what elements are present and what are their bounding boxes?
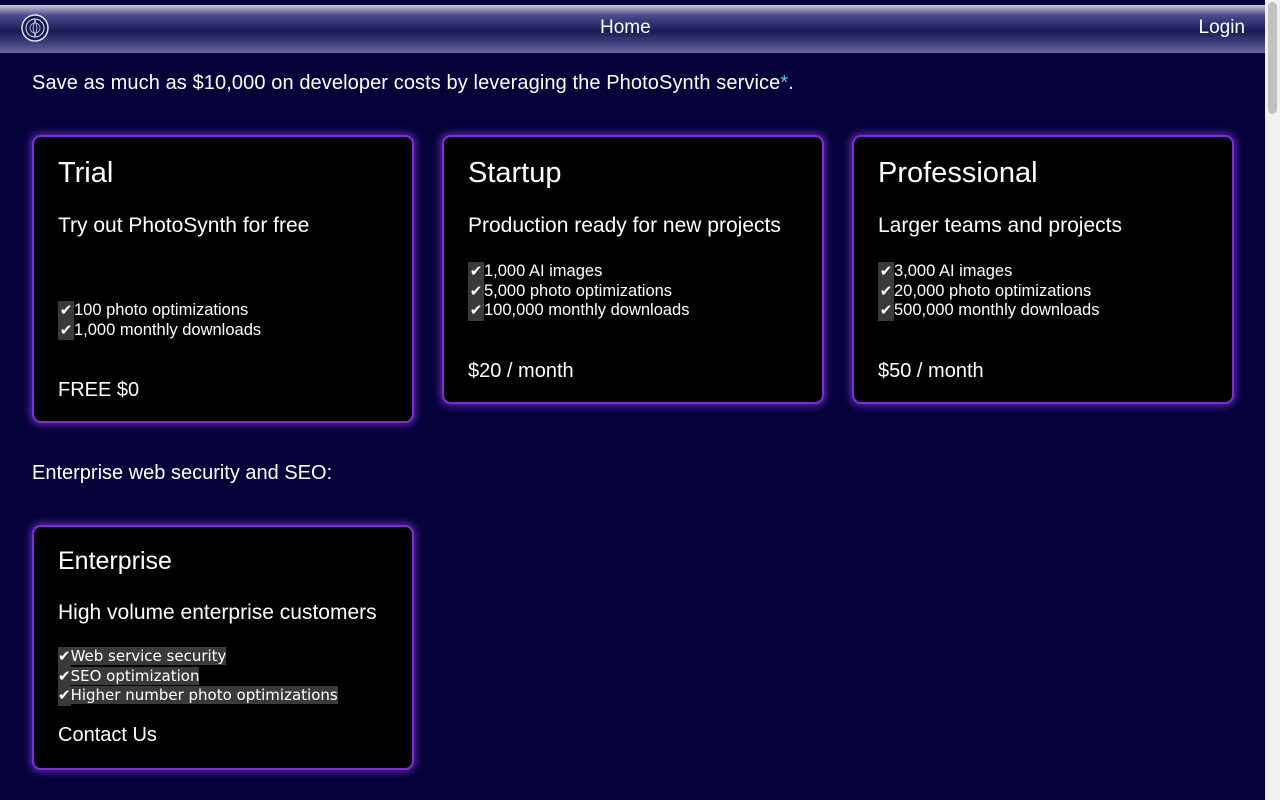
- feature-text: Higher number photo optimizations: [70, 686, 338, 704]
- check-icon: ✔: [468, 301, 484, 321]
- plan-feature: ✔ 1,000 monthly downloads: [58, 320, 262, 340]
- plan-feature: ✔ 500,000 monthly downloads: [878, 301, 1099, 321]
- plan-feature: ✔SEO optimization: [58, 666, 338, 686]
- check-icon: ✔: [58, 647, 71, 667]
- check-icon: ✔: [878, 262, 894, 282]
- nav-home-link[interactable]: Home: [600, 17, 651, 39]
- intro-sentence: Save as much as $10,000 on developer cos…: [32, 72, 781, 94]
- plan-title: Trial: [58, 157, 114, 189]
- check-icon: ✔: [58, 686, 71, 706]
- pricing-page: Home Login Save as much as $10,000 on de…: [0, 0, 1280, 800]
- check-icon: ✔: [58, 320, 74, 340]
- plan-card-enterprise: Enterprise High volume enterprise custom…: [32, 525, 414, 770]
- check-icon: ✔: [878, 281, 894, 301]
- feature-text: 20,000 photo optimizations: [894, 281, 1092, 300]
- plan-card-startup: Startup Production ready for new project…: [442, 135, 824, 404]
- enterprise-section-label: Enterprise web security and SEO:: [32, 462, 333, 484]
- plan-feature: ✔Web service security: [58, 647, 338, 667]
- plan-feature-list: ✔Web service security ✔SEO optimization …: [58, 647, 338, 706]
- feature-text: 1,000 AI images: [484, 262, 603, 280]
- plan-card-trial: Trial Try out PhotoSynth for free ✔ 100 p…: [32, 135, 414, 423]
- plan-feature: ✔ 1,000 AI images: [468, 262, 689, 282]
- feature-text: 3,000 AI images: [894, 262, 1013, 280]
- plan-title: Enterprise: [58, 547, 172, 575]
- feature-text: 1,000 monthly downloads: [74, 320, 262, 339]
- feature-text: 500,000 monthly downloads: [894, 301, 1100, 319]
- check-icon: ✔: [58, 666, 71, 686]
- check-icon: ✔: [58, 301, 74, 321]
- logo-icon[interactable]: [21, 14, 49, 42]
- feature-text: 5,000 photo optimizations: [484, 281, 673, 300]
- feature-text: 100 photo optimizations: [74, 301, 249, 319]
- plan-subtitle: Larger teams and projects: [878, 214, 1122, 237]
- plan-feature-list: ✔ 1,000 AI images ✔ 5,000 photo optimizati…: [468, 262, 689, 321]
- plan-price: FREE $0: [58, 379, 140, 401]
- plan-feature: ✔ 3,000 AI images: [878, 262, 1099, 282]
- nav-login-link[interactable]: Login: [1199, 17, 1246, 39]
- plan-feature: ✔Higher number photo optimizations: [58, 686, 338, 706]
- plan-subtitle: Try out PhotoSynth for free: [58, 214, 310, 237]
- feature-text: Web service security: [70, 647, 227, 665]
- plan-feature-list: ✔ 3,000 AI images ✔ 20,000 photo optimizat…: [878, 262, 1099, 321]
- plan-feature: ✔ 100,000 monthly downloads: [468, 301, 689, 321]
- plan-price: $20 / month: [468, 360, 574, 382]
- contact-us-link[interactable]: Contact Us: [58, 724, 157, 747]
- vertical-scrollbar[interactable]: [1265, 0, 1280, 800]
- plan-card-professional: Professional Larger teams and projects ✔…: [852, 135, 1234, 404]
- plan-title: Professional: [878, 157, 1038, 189]
- plan-feature-list: ✔ 100 photo optimizations ✔ 1,000 monthly …: [58, 301, 261, 340]
- plan-feature: ✔ 100 photo optimizations: [58, 301, 261, 321]
- feature-text: 100,000 monthly downloads: [484, 301, 690, 319]
- scrollbar-thumb[interactable]: [1268, 2, 1277, 114]
- plan-price: $50 / month: [878, 360, 984, 382]
- plan-feature: ✔ 20,000 photo optimizations: [878, 281, 1099, 301]
- plan-subtitle: High volume enterprise customers: [58, 601, 377, 624]
- plan-subtitle: Production ready for new projects: [468, 214, 781, 237]
- check-icon: ✔: [878, 301, 894, 321]
- plan-feature: ✔ 5,000 photo optimizations: [468, 281, 689, 301]
- check-icon: ✔: [468, 281, 484, 301]
- top-navbar: Home Login: [0, 5, 1265, 53]
- intro-text: Save as much as $10,000 on developer cos…: [32, 72, 794, 95]
- feature-text: SEO optimization: [70, 666, 200, 685]
- check-icon: ✔: [468, 262, 484, 282]
- plan-title: Startup: [468, 157, 562, 189]
- intro-period: .: [788, 72, 794, 94]
